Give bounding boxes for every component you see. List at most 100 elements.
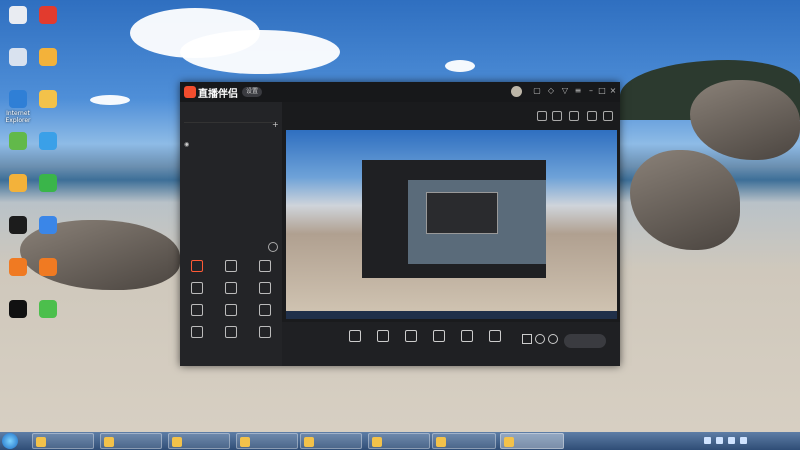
link-icon[interactable] — [569, 111, 579, 121]
cloud — [180, 30, 340, 74]
source-button[interactable] — [368, 330, 398, 345]
settings-badge[interactable]: 设置 — [242, 87, 263, 97]
room-title — [288, 107, 294, 114]
tool-button[interactable] — [250, 260, 280, 274]
gift-icon[interactable]: ◇ — [546, 86, 556, 96]
taskbar-item[interactable] — [300, 433, 362, 449]
desktop-icon[interactable] — [30, 216, 66, 236]
tray-icon[interactable] — [704, 437, 711, 444]
tool-icon — [191, 326, 203, 338]
desktop-icon[interactable] — [30, 132, 66, 152]
taskbar-item[interactable] — [32, 433, 94, 449]
tool-icon — [259, 326, 271, 338]
camera-icon[interactable] — [522, 334, 532, 344]
tool-button[interactable] — [250, 304, 280, 318]
settings-icon[interactable] — [548, 334, 558, 344]
taskbar-item[interactable] — [236, 433, 298, 449]
volume-icon[interactable] — [728, 437, 735, 444]
sidebar: + ◉ — [180, 102, 282, 366]
desktop-icon[interactable] — [30, 258, 66, 278]
source-button[interactable] — [340, 330, 370, 345]
source-icon — [349, 330, 361, 342]
desktop-icon[interactable] — [30, 6, 66, 26]
app-icon — [39, 216, 57, 234]
desktop-icon[interactable] — [30, 174, 66, 194]
app-name: 直播伴侣 — [198, 89, 238, 100]
tool-button[interactable] — [182, 304, 212, 318]
preview-taskbar — [286, 311, 617, 319]
view-icon[interactable] — [535, 334, 545, 344]
tool-icon — [225, 282, 237, 294]
taskbar-app-icon — [240, 437, 250, 447]
taskbar — [0, 432, 800, 450]
divider — [184, 122, 278, 123]
share-out-icon[interactable] — [603, 111, 613, 121]
minimize-icon[interactable]: – — [586, 86, 596, 96]
source-icon — [489, 330, 501, 342]
taskbar-item[interactable] — [100, 433, 162, 449]
source-button[interactable] — [396, 330, 426, 345]
share-icon[interactable] — [537, 111, 547, 121]
maximize-icon[interactable]: □ — [597, 86, 607, 96]
taskbar-item[interactable] — [168, 433, 230, 449]
tool-button[interactable] — [216, 260, 246, 274]
scene-item[interactable]: ◉ — [184, 141, 189, 148]
tool-icon — [191, 304, 203, 316]
tool-button[interactable] — [250, 282, 280, 296]
tool-icon — [225, 260, 237, 272]
tool-button[interactable] — [216, 326, 246, 340]
stream-preview[interactable] — [286, 130, 617, 319]
preview-window-nested-2 — [426, 192, 498, 234]
source-icon — [405, 330, 417, 342]
tools-toggle-icon[interactable] — [268, 242, 278, 252]
title-bar[interactable]: 直播伴侣 设置 ▢ ◇ ▽ ≡ – □ × — [180, 82, 620, 102]
rock — [690, 80, 800, 160]
bottom-toolbar — [282, 322, 620, 366]
app-icon — [39, 300, 57, 318]
source-button[interactable] — [452, 330, 482, 345]
desktop-icon[interactable] — [30, 300, 66, 320]
source-button[interactable] — [424, 330, 454, 345]
eye-icon[interactable]: ◉ — [184, 141, 189, 148]
desktop-icon[interactable] — [30, 48, 66, 68]
source-icon — [377, 330, 389, 342]
app-window: 直播伴侣 设置 ▢ ◇ ▽ ≡ – □ × + ◉ — [180, 82, 620, 366]
tool-button[interactable] — [216, 282, 246, 296]
main-panel — [282, 102, 620, 366]
close-icon[interactable]: × — [608, 86, 618, 96]
taskbar-item[interactable] — [432, 433, 496, 449]
tray-icon[interactable] — [716, 437, 723, 444]
start-button[interactable] — [2, 433, 18, 449]
app-icon — [9, 300, 27, 318]
taskbar-item[interactable] — [500, 433, 564, 449]
tool-icon — [191, 260, 203, 272]
tool-icon — [259, 282, 271, 294]
bell-icon[interactable] — [587, 111, 597, 121]
taskbar-app-icon — [304, 437, 314, 447]
tool-button[interactable] — [182, 282, 212, 296]
message-icon[interactable]: ▢ — [532, 86, 542, 96]
desktop-icon-label: Internet Explorer — [5, 110, 31, 124]
network-icon[interactable] — [740, 437, 747, 444]
taskbar-item[interactable] — [368, 433, 430, 449]
app-icon — [9, 48, 27, 66]
tool-button[interactable] — [216, 304, 246, 318]
add-scene-icon[interactable]: + — [272, 120, 279, 129]
tool-button[interactable] — [182, 260, 212, 274]
tool-icon — [225, 326, 237, 338]
rock — [630, 150, 740, 250]
tool-button[interactable] — [250, 326, 280, 340]
shirt-icon[interactable]: ▽ — [560, 86, 570, 96]
source-button[interactable] — [480, 330, 510, 345]
desktop-icon[interactable] — [30, 90, 66, 110]
avatar[interactable] — [511, 86, 522, 97]
preview-window — [362, 160, 546, 278]
app-icon — [9, 174, 27, 192]
taskbar-app-icon — [36, 437, 46, 447]
taskbar-app-icon — [436, 437, 446, 447]
tool-button[interactable] — [182, 326, 212, 340]
menu-icon[interactable]: ≡ — [573, 86, 583, 96]
app-icon — [39, 6, 57, 24]
lock-icon[interactable] — [552, 111, 562, 121]
start-live-button[interactable] — [564, 334, 606, 348]
